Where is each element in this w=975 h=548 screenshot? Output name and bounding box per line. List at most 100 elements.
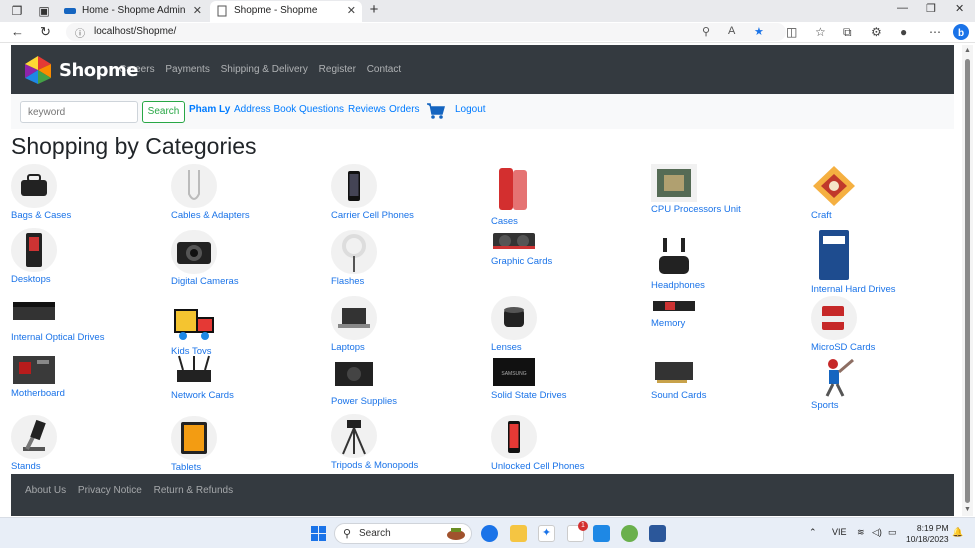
category-label[interactable]: Carrier Cell Phones	[331, 210, 491, 221]
close-tab-icon[interactable]: ✕	[347, 1, 356, 21]
close-tab-icon[interactable]: ✕	[193, 1, 202, 21]
spring-tool-icon[interactable]	[621, 525, 638, 542]
category-label[interactable]: Unlocked Cell Phones	[491, 461, 651, 472]
restore-icon[interactable]: ❐	[926, 2, 936, 15]
taskbar-clock[interactable]: 8:19 PM 10/18/2023	[906, 523, 949, 545]
new-tab-icon[interactable]: +	[366, 1, 382, 19]
category-label[interactable]: MicroSD Cards	[811, 342, 971, 353]
collections-icon[interactable]: ⧉	[843, 25, 852, 40]
footer-about-us[interactable]: About Us	[25, 485, 66, 496]
category-label[interactable]: Memory	[651, 318, 811, 329]
nav-payments[interactable]: Payments	[165, 64, 209, 75]
category-item[interactable]: Tablets	[171, 416, 331, 473]
url-field[interactable]: ⓘ localhost/Shopme/ ⚲ A ★	[66, 23, 786, 41]
category-label[interactable]: Tripods & Monopods	[331, 460, 491, 471]
read-aloud-icon[interactable]: A	[728, 25, 735, 37]
category-label[interactable]: Internal Optical Drives	[11, 332, 171, 343]
category-label[interactable]: Stands	[11, 461, 171, 472]
category-item[interactable]: Craft	[811, 164, 971, 221]
category-item[interactable]: Internal Optical Drives	[11, 294, 171, 343]
category-label[interactable]: Cables & Adapters	[171, 210, 331, 221]
category-item[interactable]: Headphones	[651, 228, 811, 291]
nav-contact[interactable]: Contact	[367, 64, 401, 75]
reviews-link[interactable]: Reviews	[348, 104, 386, 115]
tab-shopme[interactable]: Shopme - Shopme ✕	[210, 1, 362, 22]
category-item[interactable]: Tripods & Monopods	[331, 414, 491, 471]
category-item[interactable]: Memory	[651, 298, 811, 329]
taskbar-search[interactable]: ⚲ Search	[334, 523, 472, 544]
search-button[interactable]: Search	[142, 101, 185, 123]
search-input[interactable]	[20, 101, 138, 123]
favorites-icon[interactable]: ☆	[815, 25, 826, 39]
page-scrollbar[interactable]: ▲ ▼	[962, 45, 973, 516]
copilot-taskbar-icon[interactable]: ✦	[538, 525, 555, 542]
shopme-logo[interactable]: Shopme	[21, 54, 139, 86]
category-label[interactable]: Graphic Cards	[491, 256, 651, 267]
category-label[interactable]: Power Supplies	[331, 396, 491, 407]
zoom-icon[interactable]: ⚲	[702, 25, 710, 38]
file-explorer-icon[interactable]	[510, 525, 527, 542]
category-item[interactable]: Internal Hard Drives	[811, 228, 971, 295]
cart-icon[interactable]	[426, 102, 446, 120]
battery-icon[interactable]: ▭	[888, 527, 897, 538]
chat-app-icon[interactable]: 1	[567, 521, 588, 542]
category-item[interactable]: Graphic Cards	[491, 228, 651, 267]
category-item[interactable]: Bags & Cases	[11, 164, 171, 221]
nav-shipping-delivery[interactable]: Shipping & Delivery	[221, 64, 308, 75]
nav-register[interactable]: Register	[319, 64, 356, 75]
questions-link[interactable]: Questions	[299, 104, 344, 115]
category-label[interactable]: Lenses	[491, 342, 651, 353]
orders-link[interactable]: Orders	[389, 104, 420, 115]
minimize-icon[interactable]: —	[897, 2, 908, 14]
category-item[interactable]: Motherboard	[11, 354, 171, 399]
favorite-star-icon[interactable]: ★	[754, 25, 764, 38]
category-item[interactable]: Laptops	[331, 296, 491, 353]
category-item[interactable]: Flashes	[331, 230, 491, 287]
category-item[interactable]: CPU Processors Unit	[651, 164, 811, 215]
edge-taskbar-icon[interactable]	[481, 525, 498, 542]
vscode-icon[interactable]	[593, 525, 610, 542]
tab-home-shopme-admin[interactable]: Home - Shopme Admin ✕	[58, 1, 208, 22]
category-item[interactable]: SAMSUNG Solid State Drives	[491, 356, 651, 401]
footer-return-refunds[interactable]: Return & Refunds	[154, 485, 234, 496]
scroll-down-icon[interactable]: ▼	[964, 506, 971, 513]
category-item[interactable]: Network Cards	[171, 354, 331, 401]
category-item[interactable]: Power Supplies	[331, 354, 491, 407]
volume-icon[interactable]: ◁)	[872, 527, 882, 538]
category-item[interactable]: Unlocked Cell Phones	[491, 415, 651, 472]
word-icon[interactable]	[649, 525, 666, 542]
category-item[interactable]: Stands	[11, 415, 171, 472]
logout-link[interactable]: Logout	[455, 104, 486, 115]
category-label[interactable]: Sports	[811, 400, 971, 411]
category-item[interactable]: Kids Toys	[171, 300, 331, 357]
category-label[interactable]: Motherboard	[11, 388, 171, 399]
address-book-link[interactable]: Address Book	[234, 104, 296, 115]
category-item[interactable]: Cases	[491, 164, 651, 227]
category-item[interactable]: Desktops	[11, 228, 171, 285]
more-icon[interactable]: ⋯	[929, 25, 941, 39]
category-label[interactable]: Network Cards	[171, 390, 331, 401]
windows-start-icon[interactable]	[310, 525, 327, 542]
split-screen-icon[interactable]: ◫	[786, 25, 797, 39]
language-indicator[interactable]: VIE	[832, 527, 847, 537]
category-label[interactable]: Headphones	[651, 280, 811, 291]
back-icon[interactable]: ←	[11, 24, 24, 40]
extensions-icon[interactable]: ⚙	[871, 25, 882, 39]
category-label[interactable]: Solid State Drives	[491, 390, 651, 401]
workspaces-icon[interactable]: ❐	[9, 3, 25, 19]
copilot-icon[interactable]: b	[952, 23, 970, 41]
category-label[interactable]: Cases	[491, 216, 651, 227]
nav-careers[interactable]: Careers	[119, 64, 155, 75]
category-label[interactable]: Digital Cameras	[171, 276, 331, 287]
category-label[interactable]: Tablets	[171, 462, 331, 473]
category-label[interactable]: Laptops	[331, 342, 491, 353]
category-label[interactable]: Desktops	[11, 274, 171, 285]
category-item[interactable]: Digital Cameras	[171, 230, 331, 287]
tab-actions-icon[interactable]: ▣	[36, 3, 52, 19]
category-label[interactable]: Internal Hard Drives	[811, 284, 971, 295]
category-item[interactable]: Sound Cards	[651, 354, 811, 401]
tray-chevron-icon[interactable]: ⌃	[809, 527, 817, 538]
scroll-up-icon[interactable]: ▲	[964, 47, 971, 54]
category-item[interactable]: MicroSD Cards	[811, 296, 971, 353]
scrollbar-thumb[interactable]	[965, 59, 970, 503]
